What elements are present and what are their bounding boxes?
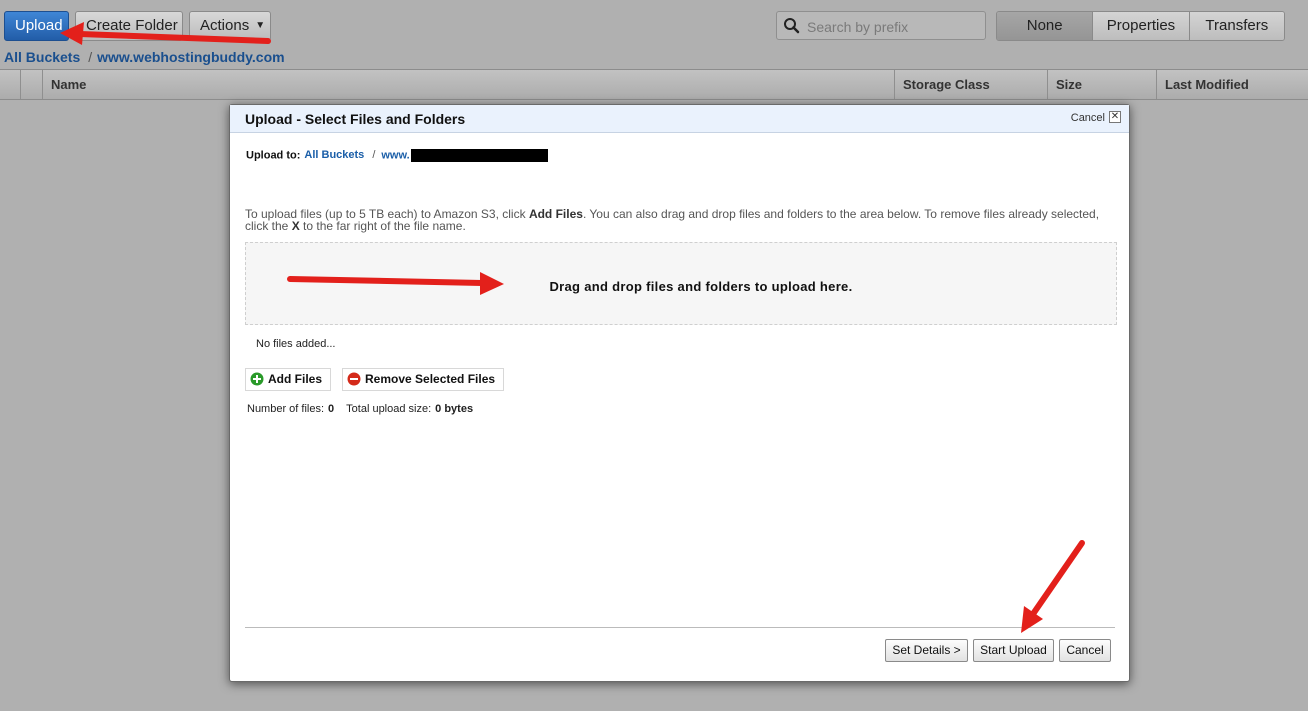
- breadcrumb-separator: /: [88, 49, 93, 65]
- instructions-x: X: [291, 219, 300, 233]
- view-option-none[interactable]: None: [997, 12, 1093, 40]
- upload-destination: Upload to: All Buckets / www.: [246, 149, 548, 162]
- file-list-empty-text: No files added...: [256, 338, 336, 350]
- chevron-down-icon: ▼: [255, 20, 266, 32]
- number-of-files-value: 0: [328, 403, 335, 415]
- upload-to-bucket-link[interactable]: www.: [381, 149, 409, 161]
- actions-button[interactable]: Actions ▼: [189, 11, 271, 41]
- dialog-cancel-link[interactable]: Cancel: [1071, 112, 1105, 124]
- search-input[interactable]: [805, 16, 984, 37]
- view-toggle[interactable]: None Properties Transfers: [996, 11, 1285, 41]
- upload-summary: Number of files: 0 Total upload size: 0 byt…: [247, 403, 485, 415]
- column-header-name[interactable]: Name: [42, 70, 894, 99]
- footer-divider: [245, 627, 1115, 628]
- drop-zone-text: Drag and drop files and folders to uploa…: [549, 279, 853, 294]
- number-of-files-label: Number of files:: [247, 403, 325, 415]
- instructions-add-files: Add Files: [528, 207, 583, 221]
- breadcrumb-all-buckets[interactable]: All Buckets: [4, 49, 80, 65]
- search-box[interactable]: [776, 11, 986, 40]
- add-files-label: Add Files: [268, 372, 323, 386]
- dialog-title: Upload - Select Files and Folders: [245, 111, 466, 127]
- remove-selected-files-label: Remove Selected Files: [365, 372, 496, 386]
- column-header-size[interactable]: Size: [1047, 70, 1156, 99]
- upload-to-separator: /: [372, 149, 376, 162]
- upload-button[interactable]: Upload: [4, 11, 69, 41]
- view-option-properties[interactable]: Properties: [1092, 12, 1189, 40]
- cancel-button[interactable]: Cancel: [1059, 639, 1111, 662]
- remove-icon: [347, 372, 361, 386]
- total-upload-size-value: 0 bytes: [435, 403, 474, 415]
- set-details-button[interactable]: Set Details >: [885, 639, 968, 662]
- dialog-header: Upload - Select Files and Folders Cancel…: [230, 105, 1129, 133]
- table-header-checkbox-col[interactable]: [20, 70, 42, 99]
- upload-instructions: To upload files (up to 5 TB each) to Ama…: [245, 208, 1115, 232]
- upload-dialog: Upload - Select Files and Folders Cancel…: [229, 104, 1130, 682]
- breadcrumb-bucket[interactable]: www.webhostingbuddy.com: [97, 49, 284, 65]
- add-icon: [250, 372, 264, 386]
- close-icon[interactable]: ✕: [1109, 111, 1121, 123]
- column-header-last-modified[interactable]: Last Modified: [1156, 70, 1308, 99]
- remove-selected-files-button[interactable]: Remove Selected Files: [342, 368, 505, 391]
- total-upload-size-label: Total upload size:: [346, 403, 432, 415]
- column-header-storage-class[interactable]: Storage Class: [894, 70, 1047, 99]
- redaction-bar: [410, 149, 548, 162]
- drop-zone[interactable]: Drag and drop files and folders to uploa…: [245, 242, 1117, 325]
- actions-button-label: Actions: [200, 17, 250, 34]
- view-option-transfers[interactable]: Transfers: [1188, 12, 1284, 40]
- start-upload-button[interactable]: Start Upload: [973, 639, 1054, 662]
- breadcrumb: All Buckets / www.webhostingbuddy.com: [4, 49, 285, 65]
- instructions-text-3: to the far right of the file name.: [299, 219, 466, 233]
- add-files-button[interactable]: Add Files: [245, 368, 332, 391]
- upload-to-all-buckets-link[interactable]: All Buckets: [304, 149, 364, 161]
- search-icon: [784, 18, 800, 34]
- upload-to-label: Upload to:: [246, 149, 301, 162]
- table-header: Name Storage Class Size Last Modified: [0, 69, 1308, 100]
- create-folder-button[interactable]: Create Folder: [75, 11, 183, 41]
